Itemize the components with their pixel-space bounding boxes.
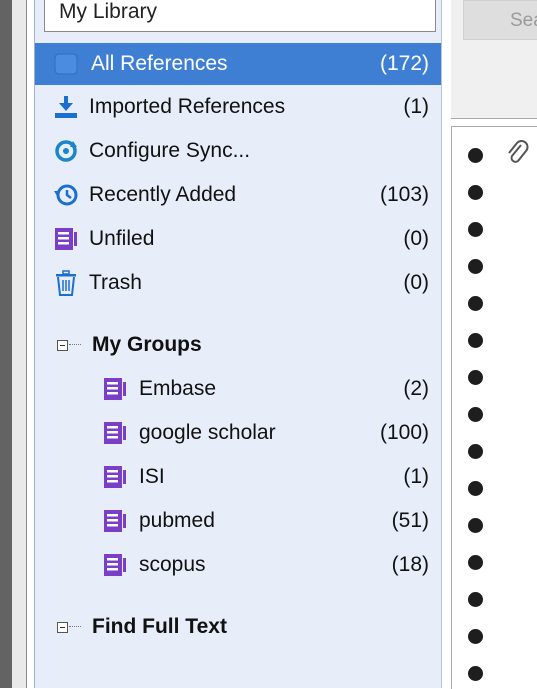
sidebar-group-isi[interactable]: ISI (1) [35, 456, 441, 498]
sidebar-item-all-references[interactable]: All References (172) [35, 43, 441, 85]
group-list-icon [104, 378, 126, 400]
groups-sidebar: My Library All References (172) Imported… [35, 0, 442, 688]
sidebar-group-embase[interactable]: Embase (2) [35, 368, 441, 410]
sidebar-group-google-scholar[interactable]: google scholar (100) [35, 412, 441, 454]
read-status-icon [468, 333, 483, 348]
sidebar-item-count: (103) [379, 183, 429, 206]
sidebar-item-label: Configure Sync... [89, 139, 251, 162]
sidebar-item-label: Recently Added [89, 183, 237, 206]
download-icon [55, 96, 77, 118]
group-label: Embase [139, 377, 217, 400]
read-status-icon [468, 259, 483, 274]
read-status-icon [468, 666, 483, 681]
sidebar-item-label: Unfiled [89, 227, 155, 250]
sidebar-item-configure-sync[interactable]: Configure Sync... [35, 130, 441, 172]
sidebar-item-label: All References [91, 52, 228, 75]
group-header-label: My Groups [92, 333, 202, 356]
sidebar-group-scopus[interactable]: scopus (18) [35, 544, 441, 586]
sidebar-item-recently-added[interactable]: Recently Added (103) [35, 174, 441, 216]
sidebar-item-label: Imported References [89, 95, 286, 118]
find-full-text-header[interactable]: Find Full Text [35, 606, 441, 648]
read-status-icon [468, 481, 483, 496]
sidebar-item-trash[interactable]: Trash (0) [35, 262, 441, 304]
sync-icon [55, 140, 77, 162]
sidebar-item-imported-references[interactable]: Imported References (1) [35, 86, 441, 128]
collapse-icon[interactable] [57, 340, 68, 351]
group-label: pubmed [139, 509, 215, 532]
group-count: (1) [403, 465, 429, 488]
collapse-icon[interactable] [57, 622, 68, 633]
sidebar-group-pubmed[interactable]: pubmed (51) [35, 500, 441, 542]
search-button[interactable]: Search [463, 0, 537, 40]
read-status-icon [468, 148, 483, 163]
read-status-icon [468, 185, 483, 200]
trash-icon [56, 270, 76, 296]
group-label: google scholar [139, 421, 276, 444]
sidebar-item-count: (0) [403, 227, 429, 250]
group-list-icon [104, 422, 126, 444]
sidebar-item-unfiled[interactable]: Unfiled (0) [35, 218, 441, 260]
tree-connector [69, 626, 81, 628]
read-status-icon [468, 555, 483, 570]
group-list-icon [104, 466, 126, 488]
read-status-icon [468, 444, 483, 459]
group-count: (18) [391, 553, 429, 576]
my-groups-header[interactable]: My Groups [35, 324, 441, 366]
divider-line [26, 0, 27, 688]
group-list-icon [104, 510, 126, 532]
sidebar-item-count: (0) [403, 271, 429, 294]
window-splitter[interactable] [12, 0, 26, 688]
search-toolbar: Search [451, 0, 537, 119]
read-status-icon [468, 592, 483, 607]
window-edge [0, 0, 12, 688]
sidebar-item-label: Trash [89, 271, 142, 294]
group-header-label: Find Full Text [92, 615, 227, 638]
read-status-icon [468, 296, 483, 311]
group-count: (51) [391, 509, 429, 532]
library-selector[interactable]: My Library [44, 0, 436, 32]
group-list-icon [55, 228, 77, 250]
references-icon [54, 53, 78, 75]
read-status-icon [468, 407, 483, 422]
history-icon [54, 184, 78, 206]
read-status-icon [468, 370, 483, 385]
group-count: (100) [379, 421, 429, 444]
read-status-icon [468, 222, 483, 237]
group-label: scopus [139, 553, 206, 576]
sidebar-item-count: (172) [379, 52, 429, 75]
group-label: ISI [139, 465, 165, 488]
read-status-icon [468, 629, 483, 644]
read-status-icon [468, 518, 483, 533]
sidebar-item-count: (1) [403, 95, 429, 118]
reference-list [451, 126, 537, 689]
group-list-icon [104, 554, 126, 576]
group-count: (2) [403, 377, 429, 400]
attachment-icon[interactable] [504, 139, 530, 169]
tree-connector [69, 344, 81, 346]
